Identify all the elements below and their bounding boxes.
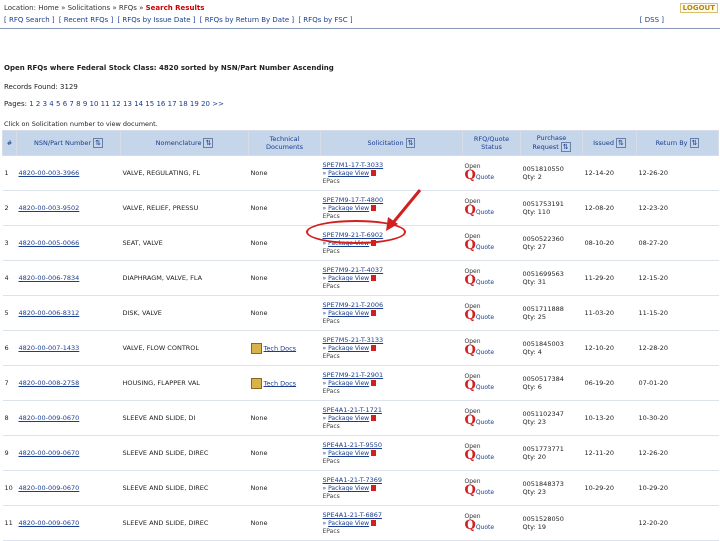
annotation-arrow-icon [386, 189, 422, 231]
